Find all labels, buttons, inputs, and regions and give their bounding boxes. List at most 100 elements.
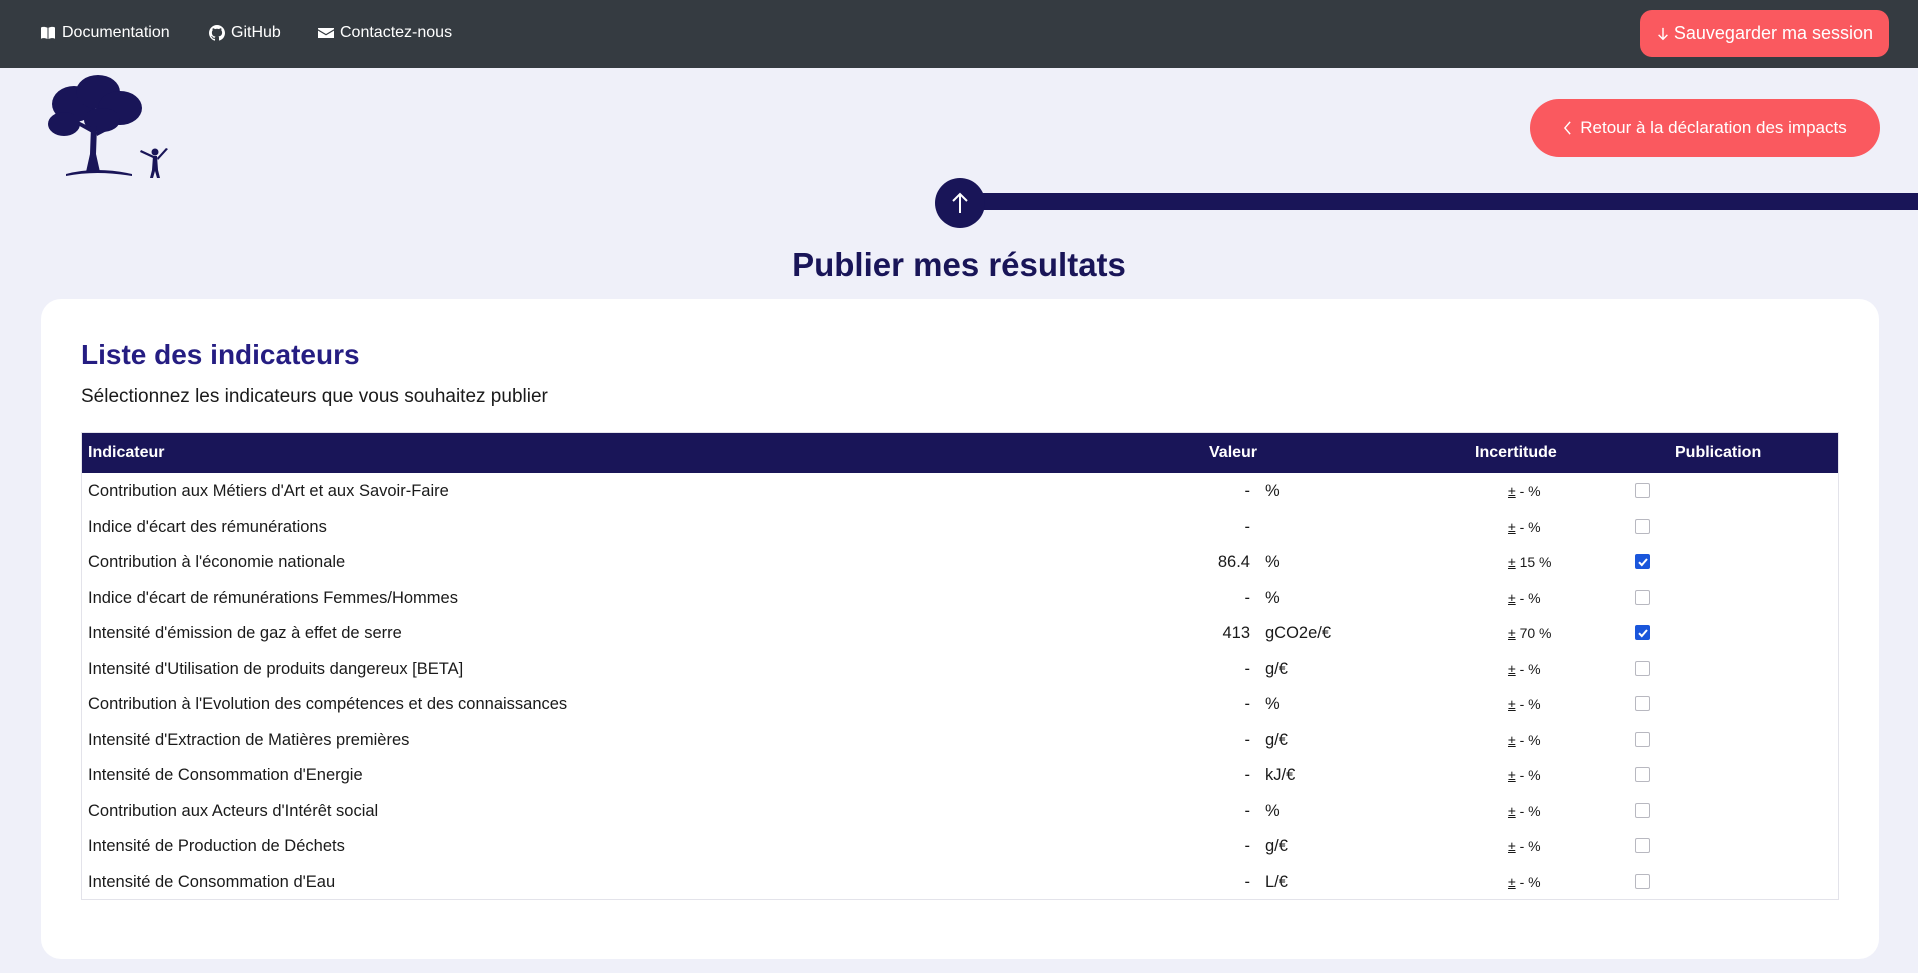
page-title: Publier mes résultats [792,246,1126,283]
uncertainty-prefix: ± [1508,838,1516,854]
indicator-uncertainty: ± 15 % [1508,554,1552,570]
indicator-value: - [1244,766,1251,784]
indicator-value: 86.4 [1217,553,1250,571]
indicator-unit: % [1265,801,1280,820]
indicator-unit: g/€ [1265,837,1288,855]
uncertainty-prefix: ± [1508,625,1516,641]
uncertainty-prefix: ± [1508,767,1516,783]
uncertainty-suffix: % [1539,554,1552,570]
indicator-value: - [1244,517,1251,536]
indicator-uncertainty: ± - % [1508,732,1541,748]
indicator-value: - [1244,801,1251,820]
publish-checkbox[interactable] [1635,518,1650,534]
uncertainty-suffix: % [1528,518,1541,535]
header-publication: Publication [1675,444,1762,461]
back-to-impacts-button[interactable]: Retour à la déclaration des impacts [1530,99,1880,157]
header-value: Valeur [1209,444,1258,461]
indicator-uncertainty: ± - % [1508,661,1541,677]
uncertainty-value: - [1519,731,1525,748]
header-indicator: Indicateur [88,444,165,461]
indicator-uncertainty: ± - % [1508,696,1541,712]
indicator-unit: kJ/€ [1265,766,1296,784]
table-header: Indicateur Valeur Incertitude Publicatio… [82,433,1838,473]
publish-checkbox[interactable] [1635,660,1650,676]
header-uncertainty: Incertitude [1475,444,1557,461]
publish-checkbox[interactable] [1635,731,1650,747]
indicator-unit: % [1265,482,1280,500]
indicator-value: - [1244,659,1251,678]
table-row: Indice d'écart de rémunérations Femmes/H… [82,580,1838,616]
uncertainty-value: - [1519,518,1525,535]
indicator-name: Intensité d'émission de gaz à effet de s… [88,624,402,642]
table-row: Intensité d'Extraction de Matières premi… [82,722,1838,758]
indicator-name: Intensité d'Utilisation de produits dang… [88,659,464,678]
publish-checkbox[interactable] [1635,838,1650,853]
envelope-icon [318,28,334,38]
save-session-button[interactable]: Sauvegarder ma session [1639,10,1889,57]
uncertainty-value: - [1519,660,1525,677]
nav-link-contact[interactable]: Contactez-nous [318,24,452,42]
card-title: Liste des indicateurs [81,339,360,370]
card-subtitle: Sélectionnez les indicateurs que vous so… [81,386,548,407]
indicator-unit: % [1265,588,1280,607]
uncertainty-suffix: % [1528,802,1541,819]
nav-link-documentation[interactable]: Documentation [40,24,170,42]
uncertainty-prefix: ± [1508,554,1516,570]
indicator-uncertainty: ± - % [1508,874,1541,890]
indicators-table: Indicateur Valeur Incertitude Publicatio… [81,432,1839,900]
uncertainty-value: - [1519,873,1525,890]
indicator-name: Contribution à l'économie nationale [88,553,346,571]
uncertainty-prefix: ± [1508,802,1516,819]
table-row: Contribution à l'Evolution des compétenc… [82,686,1838,722]
table-row: Contribution aux Acteurs d'Intérêt socia… [82,793,1838,829]
publish-checkbox[interactable] [1635,696,1650,711]
indicator-name: Indice d'écart de rémunérations Femmes/H… [88,588,458,607]
indicator-uncertainty: ± - % [1508,767,1541,783]
indicators-card: Liste des indicateurs Sélectionnez les i… [41,299,1879,959]
logo-tree-icon [48,75,168,178]
uncertainty-suffix: % [1528,660,1541,677]
arrow-up-icon [952,192,968,213]
publish-checkbox[interactable] [1635,625,1650,640]
indicator-uncertainty: ± 70 % [1508,625,1552,641]
uncertainty-suffix: % [1528,873,1541,890]
nav-link-github-label: GitHub [231,24,281,41]
publish-checkbox[interactable] [1635,802,1650,818]
uncertainty-prefix: ± [1508,589,1516,606]
indicator-name: Contribution aux Métiers d'Art et aux Sa… [88,482,449,500]
uncertainty-prefix: ± [1508,731,1516,748]
save-session-label: Sauvegarder ma session [1673,23,1873,43]
indicator-name: Intensité de Consommation d'Eau [88,872,336,891]
publish-checkbox[interactable] [1635,554,1650,569]
indicator-name: Contribution aux Acteurs d'Intérêt socia… [88,801,379,820]
nav-link-contact-label: Contactez-nous [340,24,453,41]
indicator-unit: g/€ [1265,730,1288,749]
table-body: Contribution aux Métiers d'Art et aux Sa… [82,473,1838,899]
uncertainty-value: 15 [1519,554,1536,570]
indicator-value: - [1244,872,1251,891]
publish-checkbox[interactable] [1635,483,1650,498]
chevron-left-icon [1564,121,1571,135]
indicator-uncertainty: ± - % [1508,838,1541,854]
uncertainty-value: - [1519,483,1525,499]
uncertainty-prefix: ± [1508,660,1516,677]
uncertainty-value: - [1519,696,1525,712]
indicator-name: Indice d'écart des rémunérations [88,517,327,536]
table-row: Indice d'écart des rémunérations - ± - % [82,509,1838,545]
top-navbar: Documentation GitHub Contactez-nous Sauv… [0,0,1918,68]
publish-checkbox[interactable] [1635,767,1650,782]
uncertainty-suffix: % [1528,767,1541,783]
publish-checkbox[interactable] [1635,873,1650,889]
uncertainty-suffix: % [1528,838,1541,854]
indicator-name: Intensité de Consommation d'Energie [88,766,363,784]
uncertainty-prefix: ± [1508,873,1516,890]
uncertainty-prefix: ± [1508,518,1516,535]
indicator-unit: % [1265,695,1280,713]
nav-link-github[interactable]: GitHub [209,24,281,42]
uncertainty-suffix: % [1528,696,1541,712]
table-row: Intensité d'Utilisation de produits dang… [82,651,1838,687]
table-row: Intensité de Consommation d'Eau - L/€ ± - % [82,864,1838,900]
github-icon [209,25,225,41]
publish-checkbox[interactable] [1635,589,1650,605]
indicator-unit: gCO2e/€ [1265,624,1332,642]
